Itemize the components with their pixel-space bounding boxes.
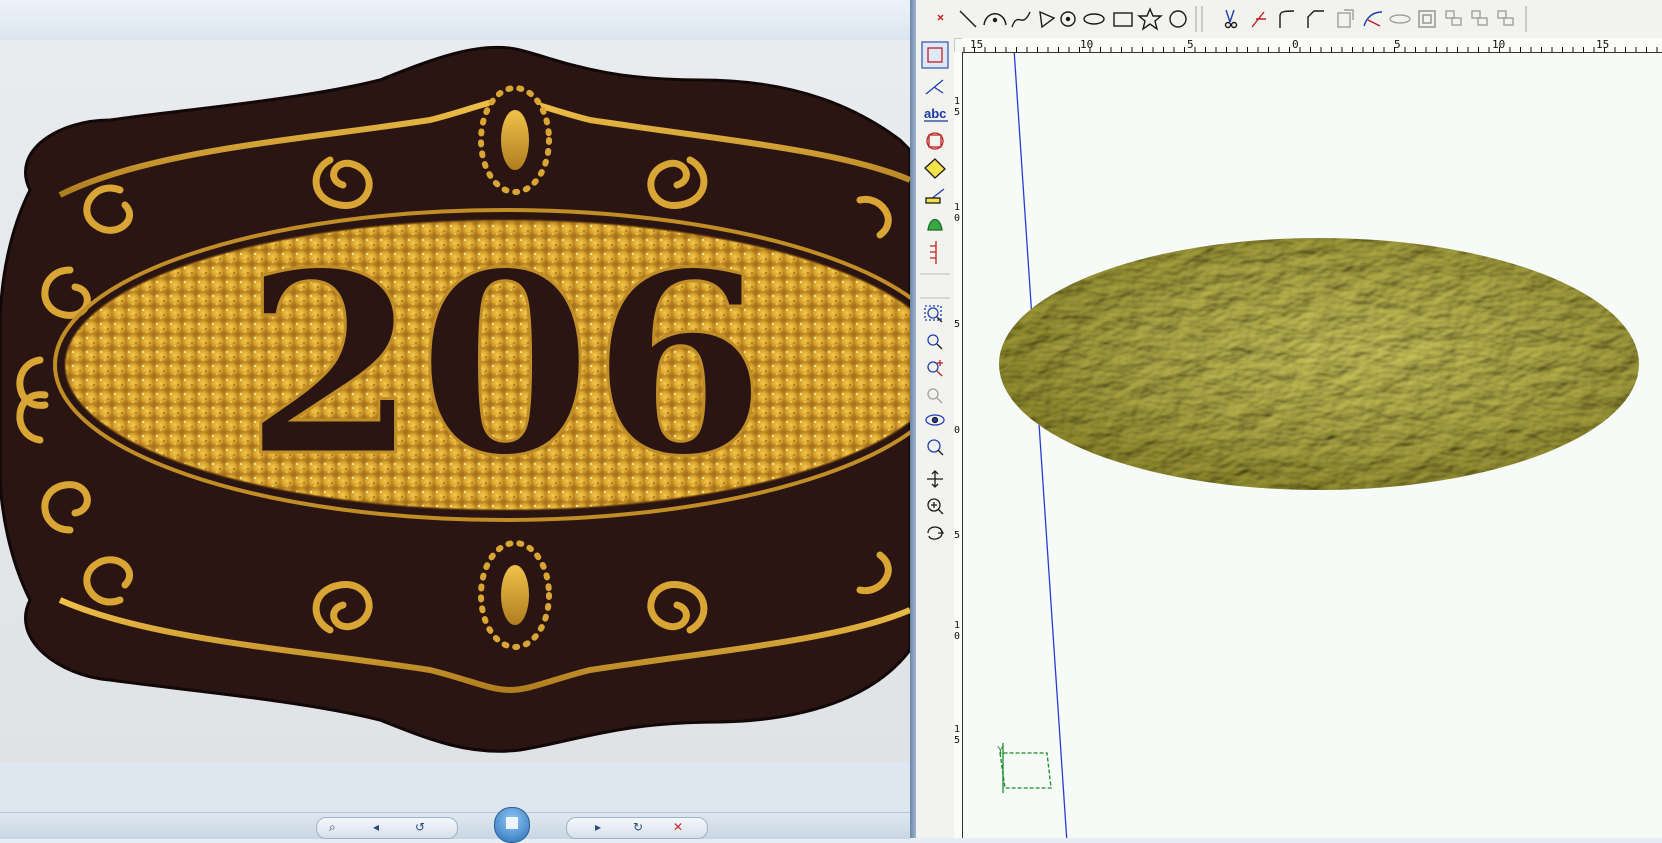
- line-icon[interactable]: [959, 10, 977, 28]
- textured-relief-ellipse[interactable]: [999, 238, 1639, 490]
- rotate-left-icon[interactable]: ↺: [415, 820, 425, 834]
- close-icon[interactable]: [937, 14, 944, 21]
- ruler-left-label: 1 0: [954, 620, 961, 642]
- zoom-window-icon[interactable]: [924, 305, 943, 323]
- zoom-realtime-icon[interactable]: [927, 498, 944, 515]
- combine-icon[interactable]: [1497, 10, 1514, 26]
- ruler-left-label: 5: [954, 530, 961, 541]
- polyline-icon[interactable]: [1039, 10, 1056, 29]
- array-icon[interactable]: [1418, 10, 1436, 28]
- ruler-top-label: 10: [1080, 38, 1094, 51]
- zoom-out-icon[interactable]: [927, 334, 943, 350]
- view-icon[interactable]: [925, 414, 945, 426]
- ellipse-icon[interactable]: [1083, 13, 1105, 25]
- ruler-left-label: 1 5: [954, 724, 961, 746]
- ucs-axis-icon: Y: [997, 743, 1052, 793]
- group-icon[interactable]: [1445, 10, 1462, 26]
- pan-icon[interactable]: [927, 470, 943, 488]
- cad-window: abc 15 10 5 0 5 10 15 1 5 1 0 5 0 5 1 0 …: [910, 0, 1662, 838]
- circle-icon[interactable]: [1169, 10, 1187, 28]
- ruler-top-label: 5: [1394, 38, 1401, 51]
- ungroup-icon[interactable]: [1471, 10, 1488, 26]
- slideshow-icon: [506, 817, 518, 829]
- ruler-top-label: 0: [1292, 38, 1299, 51]
- relief-icon[interactable]: [927, 218, 943, 231]
- ruler-left-label: 5: [954, 319, 961, 330]
- zoom-prev-icon[interactable]: [927, 388, 943, 404]
- point-icon[interactable]: [1060, 11, 1076, 27]
- plaque-photo: 206: [0, 40, 910, 762]
- oval-icon[interactable]: [1389, 14, 1411, 24]
- node-edit-icon[interactable]: [925, 79, 944, 95]
- select-icon[interactable]: [921, 41, 949, 69]
- delete-icon[interactable]: ✕: [673, 820, 683, 834]
- arc-icon[interactable]: [983, 13, 1007, 26]
- ruler-top-label: 5: [1187, 38, 1194, 51]
- axis-line: [1013, 53, 1068, 838]
- ruler-top-label: 15: [1596, 38, 1610, 51]
- bevel-icon[interactable]: [1363, 11, 1383, 27]
- star-icon[interactable]: [1137, 7, 1163, 31]
- paint-icon[interactable]: [925, 188, 945, 204]
- ruler-top-label: 10: [1492, 38, 1506, 51]
- drawing-toolbar: [916, 0, 1662, 39]
- viewer-controls-left: ⌕ ◂ ↺: [316, 817, 458, 839]
- trim-icon[interactable]: [1224, 9, 1238, 29]
- horizontal-ruler: 15 10 5 0 5 10 15: [962, 38, 1662, 53]
- fill-icon[interactable]: [924, 158, 946, 179]
- zoom-icon[interactable]: ⌕: [329, 820, 336, 835]
- previous-icon[interactable]: ◂: [373, 820, 379, 834]
- viewer-controls-right: ▸ ↻ ✕: [566, 817, 708, 839]
- next-icon[interactable]: ▸: [595, 820, 601, 834]
- ruler-top-label: 15: [970, 38, 984, 51]
- offset-icon[interactable]: [1337, 9, 1354, 28]
- curve-icon[interactable]: [1011, 11, 1031, 28]
- ruler-left-label: 1 0: [954, 202, 961, 224]
- measure-icon[interactable]: [930, 241, 937, 264]
- transform-icon[interactable]: [926, 132, 944, 150]
- rotate-right-icon[interactable]: ↻: [633, 820, 643, 834]
- ruler-left-label: 0: [954, 425, 961, 436]
- vertical-ruler: 1 5 1 0 5 0 5 1 0 1 5: [954, 52, 963, 838]
- zoom-fit-icon[interactable]: [927, 439, 944, 456]
- fillet-icon[interactable]: [1279, 10, 1295, 28]
- text-icon[interactable]: abc: [924, 106, 948, 122]
- zoom-in-icon[interactable]: [927, 360, 943, 377]
- photo-viewer-window: 206 ⌕ ◂ ↺ ▸ ↻ ✕: [0, 0, 910, 843]
- axis-label: Y: [997, 745, 1004, 756]
- extend-icon[interactable]: [1251, 11, 1266, 28]
- svg-text:abc: abc: [924, 106, 946, 121]
- plaque-number: 206: [244, 217, 766, 511]
- viewer-title-bar: [0, 0, 910, 40]
- chamfer-icon[interactable]: [1307, 10, 1324, 28]
- rotate-view-icon[interactable]: [927, 526, 945, 540]
- tools-sidebar: abc: [916, 38, 955, 838]
- drawing-canvas[interactable]: Y: [963, 53, 1662, 838]
- viewer-control-bar: ⌕ ◂ ↺ ▸ ↻ ✕: [0, 807, 910, 843]
- rectangle-icon[interactable]: [1113, 12, 1133, 27]
- plaque-photo-image: 206: [0, 40, 910, 762]
- ruler-left-label: 1 5: [954, 96, 961, 118]
